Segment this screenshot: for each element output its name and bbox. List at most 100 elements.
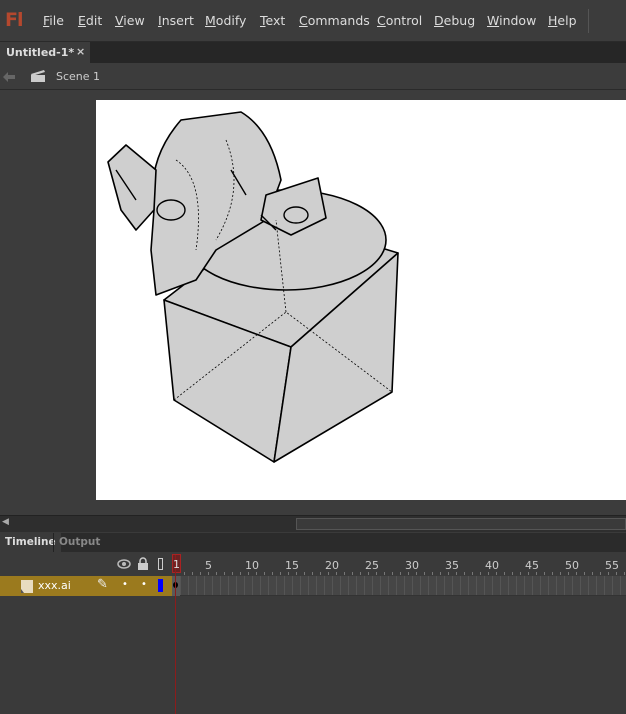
frame-tick bbox=[576, 572, 577, 575]
frame-number: 40 bbox=[485, 559, 499, 572]
frame-number: 35 bbox=[445, 559, 459, 572]
frame-number: 55 bbox=[605, 559, 619, 572]
outline-icon[interactable] bbox=[158, 558, 163, 570]
frame-tick bbox=[568, 572, 569, 575]
close-tab-icon[interactable]: × bbox=[76, 45, 85, 58]
layer-icon bbox=[21, 580, 33, 593]
scrollbar-thumb[interactable] bbox=[296, 518, 626, 530]
frame-tick bbox=[480, 572, 481, 575]
menu-control[interactable]: Control bbox=[377, 13, 422, 28]
frame-number: 5 bbox=[205, 559, 212, 572]
frame-tick bbox=[424, 572, 425, 575]
frame-tick bbox=[320, 572, 321, 575]
menu-help[interactable]: Help bbox=[548, 13, 577, 28]
menu-separator bbox=[588, 9, 589, 33]
frame-tick bbox=[272, 572, 273, 575]
frame-number: 25 bbox=[365, 559, 379, 572]
frame-tick bbox=[464, 572, 465, 575]
scene-clapper-icon bbox=[31, 70, 45, 82]
frame-tick bbox=[384, 572, 385, 575]
menu-bar: Fl File Edit View Insert Modify Text Com… bbox=[0, 0, 626, 42]
frame-number: 45 bbox=[525, 559, 539, 572]
frame-tick bbox=[296, 572, 297, 575]
menu-file[interactable]: File bbox=[43, 13, 64, 28]
frame-tick bbox=[256, 572, 257, 575]
frame-number: 10 bbox=[245, 559, 259, 572]
frame-tick bbox=[616, 572, 617, 575]
document-tab[interactable]: Untitled-1* × bbox=[0, 42, 90, 63]
panel-tabs: Timeline Output bbox=[0, 533, 626, 552]
eye-icon[interactable] bbox=[117, 559, 131, 569]
menu-modify[interactable]: Modify bbox=[205, 13, 246, 28]
menu-debug[interactable]: Debug bbox=[434, 13, 475, 28]
frame-tick bbox=[336, 572, 337, 575]
frame-tick bbox=[352, 572, 353, 575]
frame-tick bbox=[232, 572, 233, 575]
pencil-icon: ✎ bbox=[97, 577, 108, 592]
visibility-dot[interactable]: • bbox=[122, 579, 128, 590]
keyframe-1[interactable] bbox=[172, 576, 180, 596]
frame-tick bbox=[264, 572, 265, 575]
menu-text[interactable]: Text bbox=[260, 13, 285, 28]
artwork-monkey-on-cube[interactable] bbox=[96, 100, 626, 500]
menu-commands[interactable]: Commands bbox=[299, 13, 370, 28]
document-tab-title: Untitled-1* bbox=[6, 46, 75, 59]
frame-tick bbox=[552, 572, 553, 575]
frame-tick bbox=[408, 572, 409, 575]
scroll-left-icon[interactable]: ◀ bbox=[2, 517, 9, 527]
frame-tick bbox=[512, 572, 513, 575]
frame-tick bbox=[312, 572, 313, 575]
frame-tick bbox=[376, 572, 377, 575]
frame-tick bbox=[456, 572, 457, 575]
frame-number: 15 bbox=[285, 559, 299, 572]
frame-tick bbox=[344, 572, 345, 575]
menu-edit[interactable]: Edit bbox=[78, 13, 102, 28]
tab-timeline[interactable]: Timeline bbox=[0, 533, 61, 552]
frame-tick bbox=[528, 572, 529, 575]
frame-tick bbox=[248, 572, 249, 575]
frame-tick bbox=[392, 572, 393, 575]
frame-tick bbox=[440, 572, 441, 575]
scene-label: Scene 1 bbox=[56, 70, 101, 83]
frame-tick bbox=[624, 572, 625, 575]
layer-outline-color[interactable] bbox=[158, 579, 163, 592]
document-tab-bar: Untitled-1* × bbox=[0, 42, 626, 63]
frame-tick bbox=[360, 572, 361, 575]
stage[interactable] bbox=[96, 100, 626, 500]
frame-tick bbox=[200, 572, 201, 575]
frame-number: 30 bbox=[405, 559, 419, 572]
frame-tick bbox=[184, 572, 185, 575]
frame-tick bbox=[544, 572, 545, 575]
layer-row[interactable]: xxx.ai ✎ • • bbox=[0, 576, 172, 596]
lock-icon[interactable] bbox=[138, 557, 148, 570]
layer-name[interactable]: xxx.ai bbox=[38, 579, 71, 592]
back-arrow-icon[interactable] bbox=[3, 72, 15, 82]
frame-tick bbox=[224, 572, 225, 575]
frame-tick bbox=[600, 572, 601, 575]
frame-tick bbox=[448, 572, 449, 575]
tab-output[interactable]: Output bbox=[53, 533, 105, 552]
lock-dot[interactable]: • bbox=[141, 579, 147, 590]
frame-tick bbox=[520, 572, 521, 575]
frame-grid[interactable] bbox=[172, 576, 626, 596]
frame-tick bbox=[504, 572, 505, 575]
menu-insert[interactable]: Insert bbox=[158, 13, 194, 28]
frame-tick bbox=[240, 572, 241, 575]
horizontal-scrollbar[interactable]: ◀ bbox=[0, 515, 626, 532]
frame-tick bbox=[432, 572, 433, 575]
frame-tick bbox=[416, 572, 417, 575]
frame-tick bbox=[608, 572, 609, 575]
menu-window[interactable]: Window bbox=[487, 13, 536, 28]
frame-tick bbox=[328, 572, 329, 575]
frame-tick bbox=[560, 572, 561, 575]
frame-tick bbox=[400, 572, 401, 575]
frame-tick bbox=[368, 572, 369, 575]
menu-view[interactable]: View bbox=[115, 13, 145, 28]
frame-tick bbox=[584, 572, 585, 575]
stage-pasteboard bbox=[0, 90, 626, 515]
frame-tick bbox=[280, 572, 281, 575]
frame-tick bbox=[288, 572, 289, 575]
playhead-line bbox=[175, 555, 176, 714]
frame-tick bbox=[304, 572, 305, 575]
flash-logo: Fl bbox=[5, 9, 23, 31]
